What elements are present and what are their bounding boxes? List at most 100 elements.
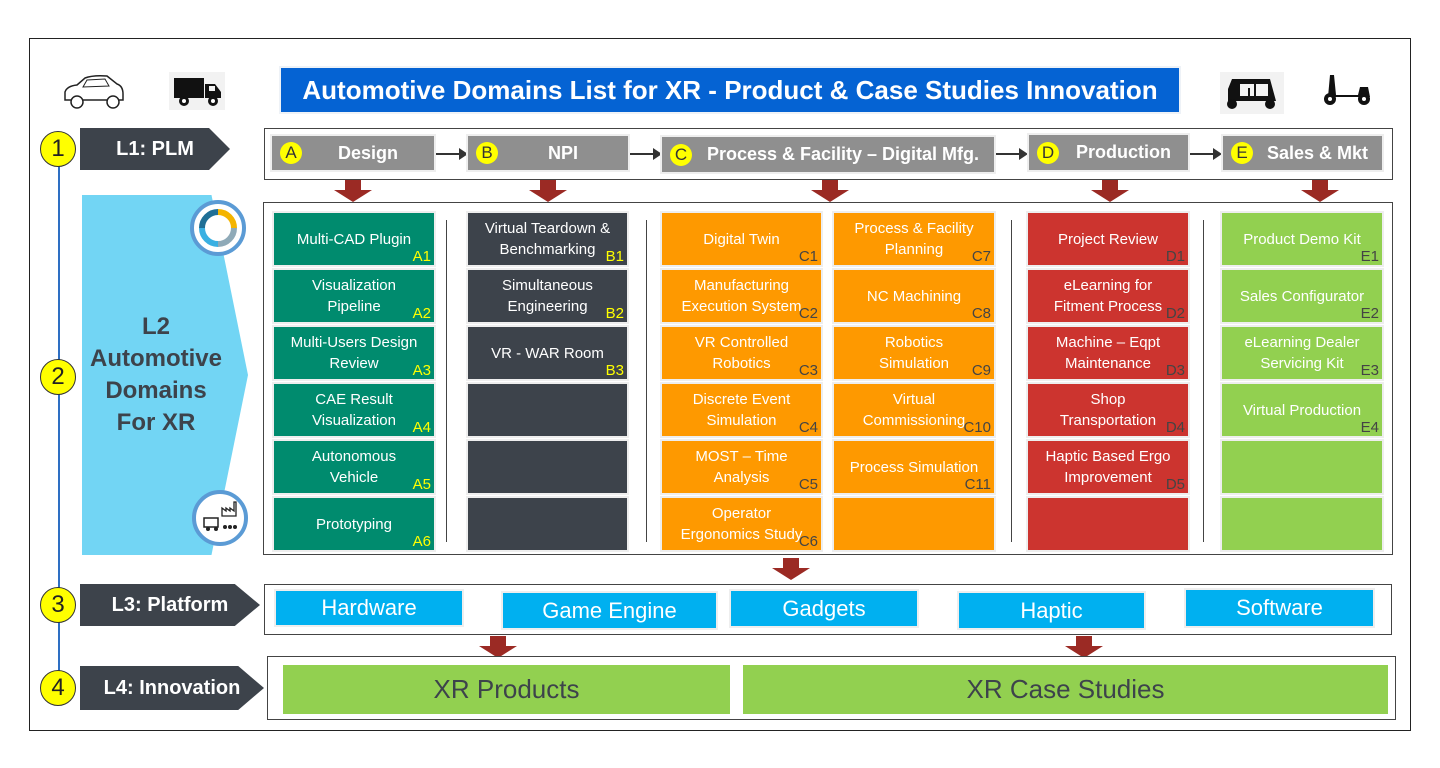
phase-badge: E bbox=[1231, 142, 1253, 164]
domain-label: VR - WAR Room bbox=[491, 344, 604, 362]
domain-code: A6 bbox=[412, 533, 431, 550]
domain-label: Sales Configurator bbox=[1239, 287, 1365, 305]
down-arrow-icon bbox=[334, 180, 372, 202]
domain-label: Virtual Production bbox=[1242, 401, 1362, 419]
domain-card[interactable]: CAE Result Visualization A4 bbox=[272, 382, 436, 438]
domain-code: C5 bbox=[798, 476, 818, 493]
domain-code: A3 bbox=[412, 362, 431, 379]
domain-card[interactable]: Robotics Simulation C9 bbox=[832, 325, 996, 381]
domain-card[interactable]: Visualization Pipeline A2 bbox=[272, 268, 436, 324]
innovation-xr-products[interactable]: XR Products bbox=[283, 665, 730, 714]
phase-design[interactable]: A Design bbox=[270, 134, 436, 172]
domain-card[interactable]: Shop Transportation D4 bbox=[1026, 382, 1190, 438]
domain-card[interactable]: Discrete Event Simulation C4 bbox=[660, 382, 823, 438]
domain-code: D4 bbox=[1165, 419, 1185, 436]
l2-line: Automotive bbox=[90, 345, 222, 372]
domain-label: Virtual Commissioning bbox=[862, 391, 966, 429]
level-4-label: L4: Innovation bbox=[80, 666, 264, 710]
level-2-number: 2 bbox=[40, 359, 76, 395]
phase-badge: C bbox=[670, 143, 692, 166]
domain-code: C4 bbox=[798, 419, 818, 436]
domain-card[interactable]: Virtual Teardown & Benchmarking B1 bbox=[466, 211, 629, 267]
truck-icon bbox=[169, 72, 225, 110]
phase-process-facility[interactable]: C Process & Facility – Digital Mfg. bbox=[660, 135, 996, 174]
domain-card[interactable]: Virtual Commissioning C10 bbox=[832, 382, 996, 438]
phase-badge: A bbox=[280, 142, 302, 164]
domain-code: C3 bbox=[798, 362, 818, 379]
car-icon bbox=[58, 70, 130, 114]
domain-label: Machine – Eqpt Maintenance bbox=[1055, 334, 1161, 372]
domain-card[interactable]: Sales Configurator E2 bbox=[1220, 268, 1384, 324]
level-3-number: 3 bbox=[40, 587, 76, 623]
scooter-icon bbox=[1318, 70, 1374, 110]
domain-card[interactable]: Digital Twin C1 bbox=[660, 211, 823, 267]
phase-sales-marketing[interactable]: E Sales & Mkt bbox=[1221, 134, 1384, 172]
domain-card[interactable]: Manufacturing Execution System C2 bbox=[660, 268, 823, 324]
domain-card-empty bbox=[1220, 496, 1384, 552]
domain-label: Virtual Teardown & Benchmarking bbox=[484, 220, 611, 258]
platform-game-engine[interactable]: Game Engine bbox=[501, 591, 718, 630]
domain-code: A4 bbox=[412, 419, 431, 436]
down-arrow-icon bbox=[529, 180, 567, 202]
domain-label: NC Machining bbox=[866, 287, 962, 305]
domain-code: C2 bbox=[798, 305, 818, 322]
flow-arrow-icon bbox=[1190, 148, 1222, 160]
domain-card[interactable]: Prototyping A6 bbox=[272, 496, 436, 552]
domain-card[interactable]: Autonomous Vehicle A5 bbox=[272, 439, 436, 495]
domain-code: A1 bbox=[412, 248, 431, 265]
column-divider bbox=[1203, 220, 1204, 542]
domain-card-empty bbox=[466, 439, 629, 495]
domain-label: CAE Result Visualization bbox=[312, 391, 396, 429]
domain-card[interactable]: Simultaneous Engineering B2 bbox=[466, 268, 629, 324]
domain-card[interactable]: VR Controlled Robotics C3 bbox=[660, 325, 823, 381]
platform-haptic[interactable]: Haptic bbox=[957, 591, 1146, 630]
domain-code: D1 bbox=[1165, 248, 1185, 265]
domain-card[interactable]: Process & Facility Planning C7 bbox=[832, 211, 996, 267]
level-1-number: 1 bbox=[40, 131, 76, 167]
domain-code: E1 bbox=[1360, 248, 1379, 265]
domain-label: Process Simulation bbox=[849, 458, 979, 476]
domain-card[interactable]: Project Review D1 bbox=[1026, 211, 1190, 267]
domain-code: C10 bbox=[963, 419, 991, 436]
domain-card[interactable]: eLearning Dealer Servicing Kit E3 bbox=[1220, 325, 1384, 381]
down-arrow-icon bbox=[479, 636, 517, 658]
platform-software[interactable]: Software bbox=[1184, 588, 1375, 628]
l2-line: L2 bbox=[141, 313, 170, 340]
domain-card-empty bbox=[832, 496, 996, 552]
domain-card[interactable]: Virtual Production E4 bbox=[1220, 382, 1384, 438]
platform-gadgets[interactable]: Gadgets bbox=[729, 589, 919, 628]
domain-code: C1 bbox=[798, 248, 818, 265]
domain-code: C9 bbox=[971, 362, 991, 379]
domain-card[interactable]: eLearning for Fitment Process D2 bbox=[1026, 268, 1190, 324]
page-title: Automotive Domains List for XR - Product… bbox=[279, 66, 1181, 114]
domain-card[interactable]: NC Machining C8 bbox=[832, 268, 996, 324]
phase-npi[interactable]: B NPI bbox=[466, 134, 630, 172]
domain-card[interactable]: VR - WAR Room B3 bbox=[466, 325, 629, 381]
down-arrow-icon bbox=[772, 558, 810, 580]
domain-label: Simultaneous Engineering bbox=[502, 277, 593, 315]
domain-card-empty bbox=[1220, 439, 1384, 495]
column-divider bbox=[446, 220, 447, 542]
innovation-xr-case-studies[interactable]: XR Case Studies bbox=[743, 665, 1388, 714]
domain-card[interactable]: Operator Ergonomics Study C6 bbox=[660, 496, 823, 552]
phase-production[interactable]: D Production bbox=[1027, 133, 1190, 172]
platform-hardware[interactable]: Hardware bbox=[274, 589, 464, 627]
domain-card-empty bbox=[466, 382, 629, 438]
domain-card[interactable]: Multi-Users Design Review A3 bbox=[272, 325, 436, 381]
domain-label: Operator Ergonomics Study bbox=[680, 505, 803, 543]
domain-card[interactable]: Process Simulation C11 bbox=[832, 439, 996, 495]
domain-card-empty bbox=[1026, 496, 1190, 552]
domain-label: Manufacturing Execution System bbox=[681, 277, 802, 315]
cycle-icon bbox=[190, 200, 246, 256]
domain-code: C6 bbox=[798, 533, 818, 550]
domain-code: B3 bbox=[605, 362, 624, 379]
domain-card[interactable]: Multi-CAD Plugin A1 bbox=[272, 211, 436, 267]
domain-card[interactable]: MOST – Time Analysis C5 bbox=[660, 439, 823, 495]
domain-label: Haptic Based Ergo Improvement bbox=[1045, 448, 1171, 486]
domain-card[interactable]: Haptic Based Ergo Improvement D5 bbox=[1026, 439, 1190, 495]
domain-card[interactable]: Machine – Eqpt Maintenance D3 bbox=[1026, 325, 1190, 381]
phase-badge: B bbox=[476, 142, 498, 164]
domain-code: C11 bbox=[964, 476, 991, 493]
domain-card[interactable]: Product Demo Kit E1 bbox=[1220, 211, 1384, 267]
column-divider bbox=[1011, 220, 1012, 542]
